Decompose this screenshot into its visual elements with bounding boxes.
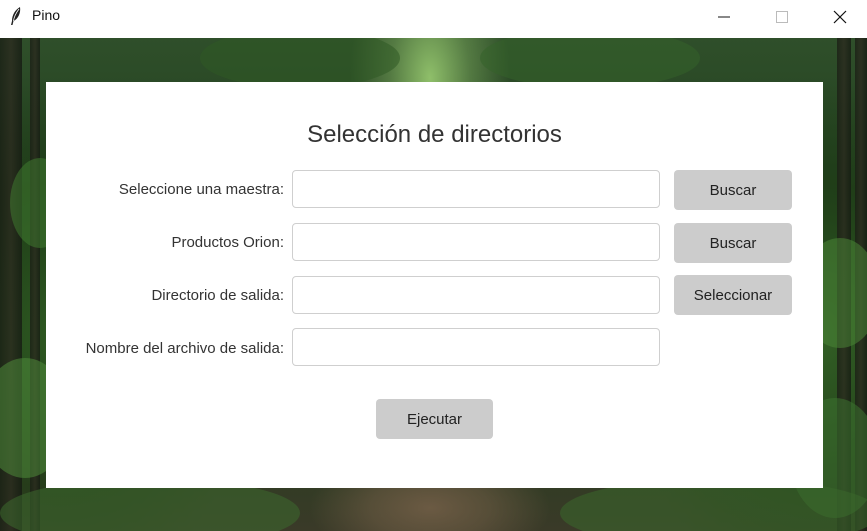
minimize-button[interactable]	[695, 0, 753, 33]
output-filename-label: Nombre del archivo de salida:	[85, 340, 284, 357]
master-label: Seleccione una maestra:	[118, 181, 284, 198]
app-window: Pino Selección de directorios Seleccione…	[0, 0, 867, 531]
run-button[interactable]: Ejecutar	[376, 399, 493, 439]
browse-orion-button[interactable]: Buscar	[674, 223, 792, 263]
title-bar: Pino	[0, 0, 867, 33]
output-dir-label: Directorio de salida:	[151, 287, 284, 304]
window-title: Pino	[32, 7, 61, 23]
maximize-button[interactable]	[753, 0, 811, 33]
orion-products-label: Productos Orion:	[171, 234, 284, 251]
close-button[interactable]	[811, 0, 867, 33]
foliage	[200, 38, 400, 88]
maximize-icon	[776, 10, 788, 23]
minimize-icon	[718, 16, 730, 17]
form-panel: Selección de directorios Seleccione una …	[46, 82, 823, 488]
output-filename-input[interactable]	[292, 328, 660, 366]
browse-master-button[interactable]: Buscar	[674, 170, 792, 210]
close-icon	[833, 10, 847, 23]
orion-products-input[interactable]	[292, 223, 660, 261]
feather-icon	[11, 7, 21, 25]
select-output-dir-button[interactable]: Seleccionar	[674, 275, 792, 315]
output-dir-input[interactable]	[292, 276, 660, 314]
master-input[interactable]	[292, 170, 660, 208]
form-heading: Selección de directorios	[307, 121, 562, 148]
foliage	[480, 38, 700, 88]
